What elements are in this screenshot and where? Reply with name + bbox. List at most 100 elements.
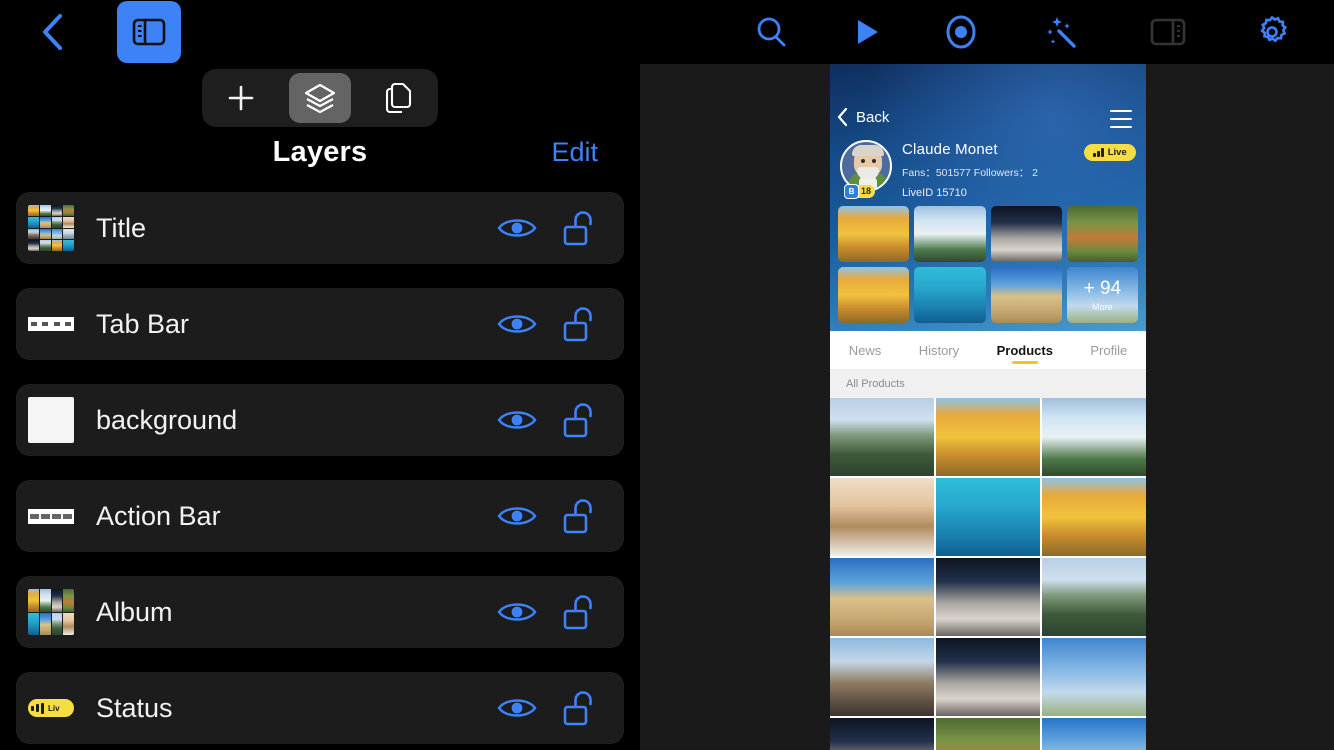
pages-tab-button[interactable] (368, 73, 430, 123)
product-thumbnail[interactable] (830, 478, 934, 556)
product-thumbnail[interactable] (830, 558, 934, 636)
canvas-area: Back B 18 Claude Monet Fans：501577 Follo… (640, 62, 1334, 750)
product-thumbnail[interactable] (936, 398, 1040, 476)
tab-profile[interactable]: Profile (1088, 331, 1129, 369)
left-panel-toggle-button[interactable] (117, 1, 181, 63)
thumbnail-cell (63, 228, 74, 240)
product-thumbnail[interactable] (830, 718, 934, 750)
preview-back-label: Back (856, 108, 890, 126)
preview-back-button[interactable]: Back (836, 107, 889, 127)
chevron-left-icon (43, 14, 62, 50)
thumbnail-bar (28, 509, 74, 524)
layer-row[interactable]: background (16, 384, 624, 456)
layer-row[interactable]: Action Bar (16, 480, 624, 552)
eye-icon (497, 411, 537, 429)
thumbnail-cell (39, 612, 51, 635)
layer-lock-toggle[interactable] (548, 389, 610, 451)
layer-visibility-toggle[interactable] (486, 581, 548, 643)
layer-lock-toggle[interactable] (548, 677, 610, 739)
add-layer-button[interactable] (210, 73, 272, 123)
hero-photo-thumbnail[interactable] (914, 267, 986, 323)
layers-stack-icon (304, 83, 336, 114)
top-toolbar (0, 0, 1334, 64)
thumbnail-cell (28, 216, 39, 228)
live-label: Live (1107, 147, 1127, 158)
profile-name: Claude Monet (902, 141, 998, 158)
tab-history[interactable]: History (917, 331, 961, 369)
search-button[interactable] (745, 6, 797, 58)
layer-thumbnail (28, 205, 74, 251)
layer-row[interactable]: Album (16, 576, 624, 648)
hero-photo-thumbnail[interactable] (838, 206, 910, 262)
thumbnail-cell (28, 612, 39, 635)
eye-icon (497, 219, 537, 237)
thumbnail-cell (63, 240, 74, 251)
thumbnail-cell (51, 589, 63, 612)
profile-stats: Fans：501577 Followers： 2 (902, 167, 1038, 179)
preview-nav: Back (830, 107, 1146, 133)
right-panel-toggle-button[interactable] (1142, 6, 1194, 58)
magic-wand-button[interactable] (1036, 6, 1088, 58)
thumbnail-cell (28, 228, 39, 240)
layer-thumbnail: Liv (28, 685, 74, 731)
thumbnail-cell (51, 240, 63, 251)
more-photos-tile[interactable]: + 94 More (1066, 267, 1138, 323)
hamburger-icon[interactable] (1110, 110, 1132, 128)
product-thumbnail[interactable] (1042, 478, 1146, 556)
live-badge[interactable]: Live (1084, 144, 1136, 161)
product-thumbnail[interactable] (1042, 718, 1146, 750)
product-thumbnail[interactable] (936, 558, 1040, 636)
tab-products[interactable]: Products (995, 331, 1055, 369)
product-thumbnail[interactable] (936, 718, 1040, 750)
plus-icon (229, 85, 254, 111)
layer-lock-toggle[interactable] (548, 485, 610, 547)
layer-name-label: Title (96, 212, 147, 243)
play-button[interactable] (841, 6, 893, 58)
record-icon (946, 15, 976, 49)
hero-photo-thumbnail[interactable] (990, 267, 1062, 323)
layers-panel: Layers Edit Title Tab Bar background Act… (0, 64, 640, 750)
layer-visibility-toggle[interactable] (486, 293, 548, 355)
thumbnail-cell (63, 216, 74, 228)
back-button[interactable] (28, 10, 76, 54)
layers-panel-header: Layers Edit (0, 136, 640, 192)
tab-news[interactable]: News (847, 331, 884, 369)
edit-button[interactable]: Edit (551, 137, 598, 168)
preview-tab-bar: News History Products Profile (830, 331, 1146, 370)
layer-row[interactable]: Title (16, 192, 624, 264)
layer-visibility-toggle[interactable] (486, 485, 548, 547)
thumbnail-cell (39, 228, 51, 240)
layer-visibility-toggle[interactable] (486, 677, 548, 739)
layer-lock-toggle[interactable] (548, 293, 610, 355)
product-thumbnail[interactable] (936, 478, 1040, 556)
product-thumbnail[interactable] (1042, 638, 1146, 716)
product-thumbnail[interactable] (1042, 558, 1146, 636)
product-thumbnail[interactable] (830, 638, 934, 716)
avatar[interactable]: B 18 (840, 140, 896, 199)
layer-lock-toggle[interactable] (548, 581, 610, 643)
thumbnail-cell (63, 612, 74, 635)
thumbnail-cell (28, 205, 39, 216)
thumbnail-cell (39, 240, 51, 251)
product-thumbnail[interactable] (936, 638, 1040, 716)
layer-visibility-toggle[interactable] (486, 389, 548, 451)
badge-letter: B (844, 183, 859, 199)
layer-row[interactable]: Liv Status (16, 672, 624, 744)
product-thumbnail[interactable] (830, 398, 934, 476)
layer-thumbnail (28, 301, 74, 347)
layer-lock-toggle[interactable] (548, 197, 610, 259)
layer-row[interactable]: Tab Bar (16, 288, 624, 360)
app-root: Layers Edit Title Tab Bar background Act… (0, 0, 1334, 750)
layer-visibility-toggle[interactable] (486, 197, 548, 259)
gear-icon (1260, 15, 1288, 43)
layers-tab-button[interactable] (288, 73, 351, 123)
layers-segmented-control (202, 69, 438, 127)
hero-photo-thumbnail[interactable] (990, 206, 1062, 262)
hero-photo-thumbnail[interactable] (914, 206, 986, 262)
record-button[interactable] (935, 6, 987, 58)
copy-pages-icon (385, 82, 411, 114)
hero-photo-thumbnail[interactable] (838, 267, 910, 323)
settings-button[interactable] (1246, 6, 1298, 58)
hero-photo-thumbnail[interactable] (1066, 206, 1138, 262)
product-thumbnail[interactable] (1042, 398, 1146, 476)
